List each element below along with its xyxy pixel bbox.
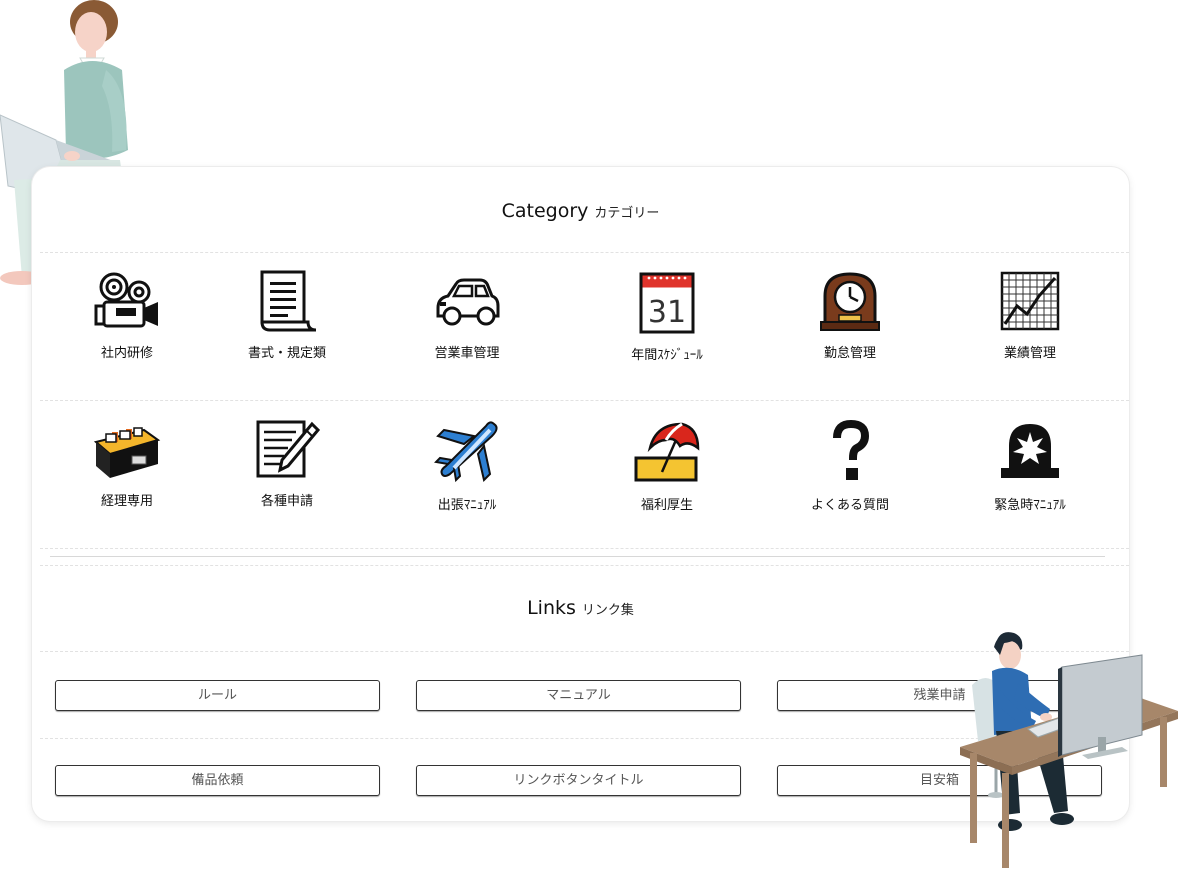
category-item-schedule[interactable]: 31 年間ｽｹｼﾞｭｰﾙ [577, 270, 757, 390]
divider [40, 400, 1129, 401]
airplane-icon [434, 421, 498, 483]
category-item-applications[interactable]: 各種申請 [197, 418, 377, 538]
category-subtitle: カテゴリー [594, 206, 660, 221]
category-item-accounting[interactable]: 経理専用 [37, 418, 217, 538]
movie-camera-icon [94, 272, 158, 328]
category-label: 緊急時ﾏﾆｭｱﾙ [994, 498, 1066, 513]
category-item-attendance[interactable]: 勤怠管理 [760, 270, 940, 390]
man-at-desk-illustration [960, 632, 1178, 868]
divider [40, 252, 1129, 253]
chart-icon [1000, 271, 1060, 331]
question-mark-icon [833, 419, 870, 480]
links-title: Links [527, 597, 576, 619]
category-label: 経理専用 [100, 494, 153, 509]
file-box-icon [93, 427, 161, 478]
category-label: 業績管理 [1003, 346, 1056, 361]
document-icon [260, 270, 317, 332]
category-item-travel-manual[interactable]: 出張ﾏﾆｭｱﾙ [377, 418, 557, 538]
calendar-day-number: 31 [648, 295, 686, 330]
category-item-performance[interactable]: 業績管理 [940, 270, 1120, 390]
link-button-manual[interactable]: マニュアル [416, 680, 741, 711]
category-label: 勤怠管理 [823, 346, 876, 361]
category-item-emergency-manual[interactable]: 緊急時ﾏﾆｭｱﾙ [940, 418, 1120, 538]
memo-pencil-icon [256, 420, 320, 478]
category-row: 社内研修 書式・規定類 営業車管理 31 年間ｽｹｼﾞｭｰﾙ 勤怠管理 業績管理 [32, 270, 1129, 400]
beach-umbrella-icon [634, 422, 700, 482]
category-item-faq[interactable]: よくある質問 [760, 418, 940, 538]
category-item-sales-car[interactable]: 営業車管理 [377, 270, 557, 390]
category-label: 年間ｽｹｼﾞｭｰﾙ [631, 348, 703, 363]
car-icon [436, 278, 500, 326]
category-label: よくある質問 [810, 498, 889, 513]
divider [40, 548, 1129, 549]
links-heading: Links リンク集 [32, 597, 1129, 619]
category-row: 経理専用 各種申請 出張ﾏﾆｭｱﾙ 福利厚生 よくある質問 緊急時ﾏﾆｭｱﾙ [32, 418, 1129, 548]
calendar-icon: 31 [639, 272, 695, 334]
links-subtitle: リンク集 [581, 603, 634, 618]
divider [40, 565, 1129, 566]
link-button-supplies-request[interactable]: 備品依頼 [55, 765, 380, 796]
category-item-forms[interactable]: 書式・規定類 [197, 270, 377, 390]
link-button-link-title[interactable]: リンクボタンタイトル [416, 765, 741, 796]
category-heading: Category カテゴリー [32, 200, 1129, 222]
category-label: 福利厚生 [640, 498, 693, 513]
category-label: 出張ﾏﾆｭｱﾙ [437, 498, 497, 513]
category-label: 書式・規定類 [247, 346, 326, 361]
category-item-training[interactable]: 社内研修 [37, 270, 217, 390]
category-item-welfare[interactable]: 福利厚生 [577, 418, 757, 538]
siren-icon [1001, 424, 1059, 478]
link-button-rules[interactable]: ルール [55, 680, 380, 711]
section-separator [50, 556, 1105, 557]
category-label: 営業車管理 [434, 346, 500, 361]
category-label: 各種申請 [260, 494, 313, 509]
category-title: Category [501, 200, 589, 222]
category-label: 社内研修 [100, 346, 153, 361]
clock-icon [820, 272, 880, 331]
